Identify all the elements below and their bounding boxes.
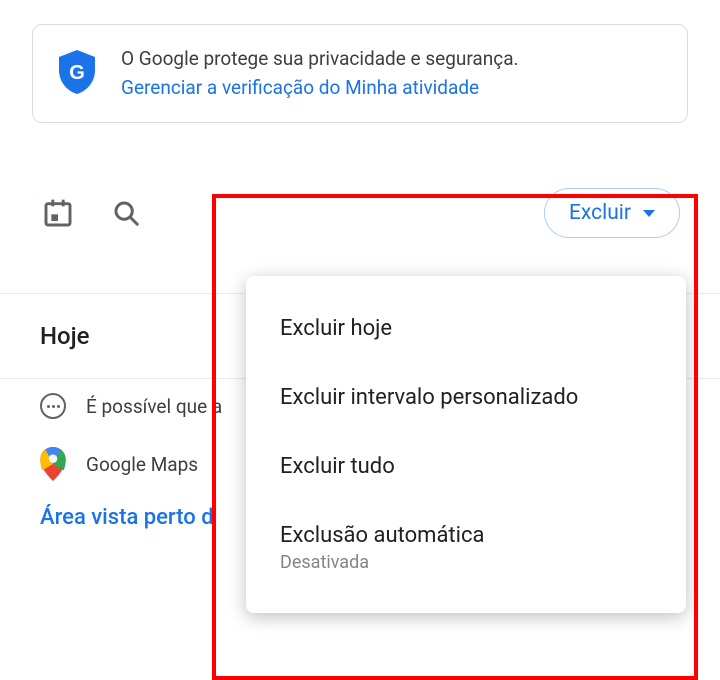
shield-icon: G	[57, 49, 97, 99]
menu-delete-all[interactable]: Excluir tudo	[246, 432, 686, 501]
activity-text: É possível que a	[86, 395, 222, 418]
calendar-icon[interactable]	[40, 195, 76, 231]
more-icon	[40, 393, 66, 419]
menu-auto-delete[interactable]: Exclusão automática Desativada	[246, 501, 686, 595]
search-icon[interactable]	[108, 195, 144, 231]
menu-delete-custom-range[interactable]: Excluir intervalo personalizado	[246, 363, 686, 432]
menu-item-label: Excluir hoje	[280, 316, 652, 341]
menu-delete-today[interactable]: Excluir hoje	[246, 294, 686, 363]
banner-text: O Google protege sua privacidade e segur…	[121, 45, 519, 102]
activity-text: Google Maps	[86, 453, 198, 476]
menu-item-label: Excluir intervalo personalizado	[280, 385, 652, 410]
toolbar: Excluir	[0, 183, 720, 243]
menu-item-label: Excluir tudo	[280, 454, 652, 479]
delete-button-label: Excluir	[569, 201, 631, 225]
delete-dropdown-menu: Excluir hoje Excluir intervalo personali…	[246, 276, 686, 613]
banner-link[interactable]: Gerenciar a verificação do Minha ativida…	[121, 76, 479, 99]
google-maps-icon	[40, 447, 66, 481]
menu-item-sublabel: Desativada	[280, 552, 652, 573]
delete-button[interactable]: Excluir	[544, 188, 680, 238]
chevron-down-icon	[643, 210, 655, 217]
banner-message: O Google protege sua privacidade e segur…	[121, 47, 519, 70]
svg-text:G: G	[69, 62, 85, 84]
privacy-banner: G O Google protege sua privacidade e seg…	[32, 24, 688, 123]
menu-item-label: Exclusão automática	[280, 523, 652, 548]
